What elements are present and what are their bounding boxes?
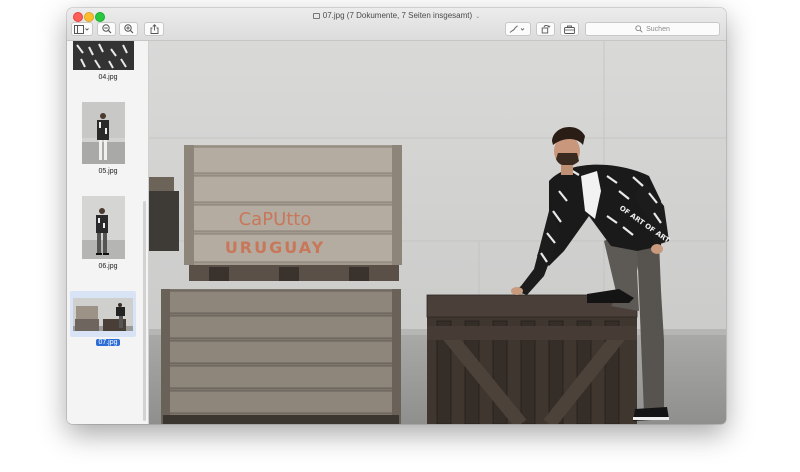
search-icon xyxy=(635,25,643,33)
dark-crate xyxy=(426,294,638,424)
markup-pen-icon xyxy=(509,24,525,33)
thumbnail-item-05[interactable]: 05.jpg xyxy=(67,101,148,181)
preview-window: 07.jpg (7 Dokumente, 7 Seiten insgesamt)… xyxy=(67,8,726,424)
title-chevron-down-icon: ⌄ xyxy=(475,14,481,20)
thumbnail-07-image xyxy=(73,298,133,331)
thumbnail-06-image xyxy=(82,196,125,259)
search-placeholder: Suchen xyxy=(646,25,670,33)
thumbnail-label: 06.jpg xyxy=(98,263,118,270)
rotate-icon xyxy=(541,24,551,34)
window-title[interactable]: 07.jpg (7 Dokumente, 7 Seiten insgesamt)… xyxy=(67,11,726,20)
toolbox-button[interactable] xyxy=(560,22,579,36)
title-bar: 07.jpg (7 Dokumente, 7 Seiten insgesamt)… xyxy=(67,8,726,41)
zoom-in-icon xyxy=(123,24,133,34)
thumbnail-item-06[interactable]: 06.jpg xyxy=(67,196,148,276)
sidebar-toggle-button[interactable] xyxy=(71,22,93,36)
document-icon xyxy=(312,13,320,19)
crate-brand-text: CaPUtto xyxy=(239,209,312,230)
sidebar-scrollbar[interactable] xyxy=(143,201,146,421)
rotate-button[interactable] xyxy=(536,22,555,36)
zoom-in-button[interactable] xyxy=(119,22,138,36)
thumbnail-sidebar[interactable]: 04.jpg 05.jpg 06.jpg 07.jpg xyxy=(67,41,149,424)
thumbnail-05-image xyxy=(82,102,125,164)
toolbox-icon xyxy=(564,25,575,34)
sidebar-icon xyxy=(74,24,89,34)
markup-button[interactable] xyxy=(505,22,531,36)
zoom-out-button[interactable] xyxy=(97,22,116,36)
lower-crate xyxy=(161,289,401,424)
upper-crate: CaPUtto URUGUAY xyxy=(184,145,402,281)
share-icon xyxy=(150,24,158,34)
selected-label-text: 07.jpg xyxy=(96,339,120,346)
window-title-text: 07.jpg (7 Dokumente, 7 Seiten insgesamt) xyxy=(322,11,473,20)
thumbnail-04-image xyxy=(73,41,134,70)
thumbnail-item-07[interactable]: 07.jpg xyxy=(67,291,148,351)
search-field[interactable]: Suchen xyxy=(585,22,720,36)
zoom-out-icon xyxy=(101,24,111,34)
share-button[interactable] xyxy=(144,22,164,36)
thumbnail-item-04[interactable]: 04.jpg xyxy=(67,41,148,91)
thumbnail-label: 04.jpg xyxy=(98,74,118,81)
thumbnail-label-selected: 07.jpg xyxy=(67,339,148,346)
main-photo: CaPUtto URUGUAY OF ART OF ART xyxy=(149,41,726,424)
thumbnail-label: 05.jpg xyxy=(98,168,118,175)
crate-country-text: URUGUAY xyxy=(225,238,325,257)
